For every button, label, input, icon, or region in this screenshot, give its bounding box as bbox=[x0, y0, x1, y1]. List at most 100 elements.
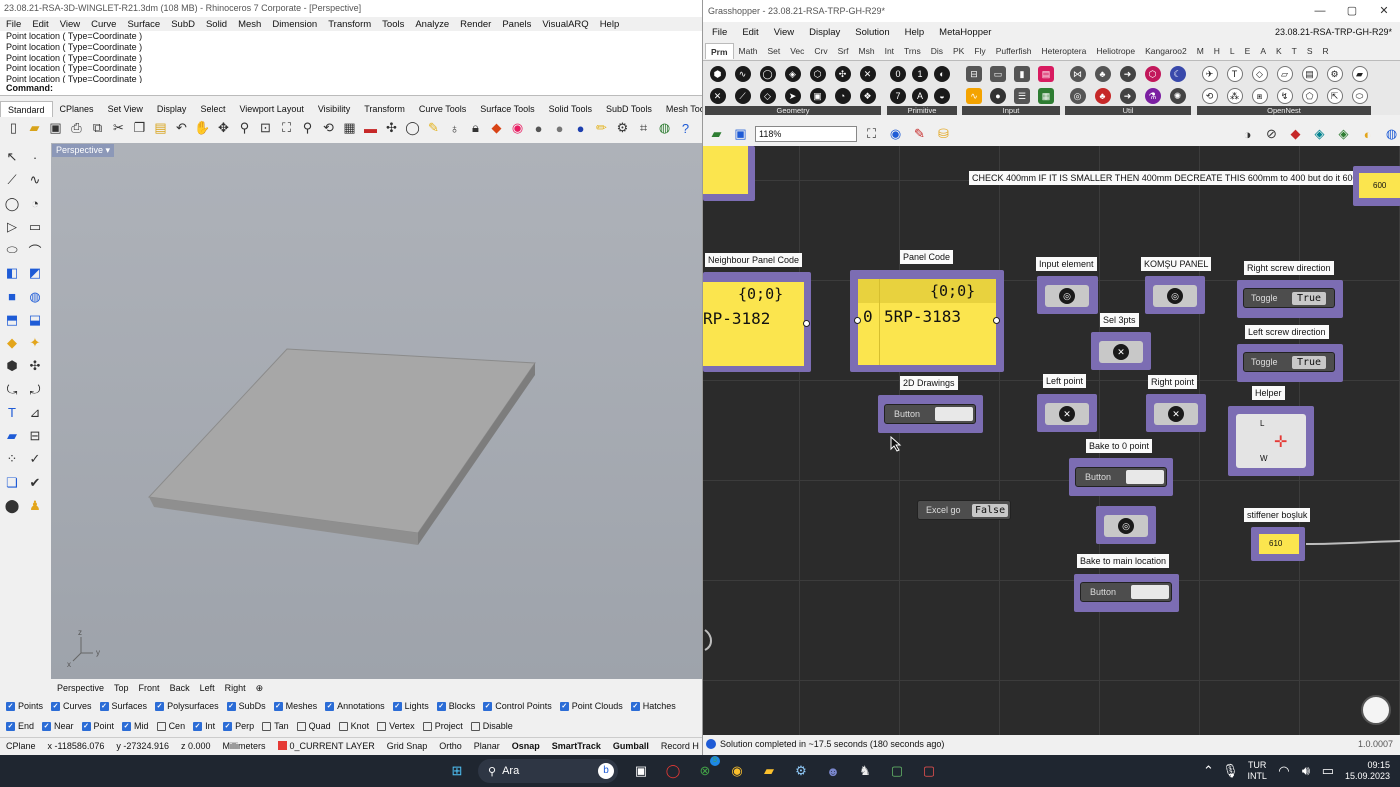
gh-tab-trns[interactable]: Trns bbox=[899, 43, 926, 59]
opennest-fly-icon[interactable]: ✈ bbox=[1201, 66, 1218, 82]
gh-tab-heliotrope[interactable]: Heliotrope bbox=[1091, 43, 1140, 59]
menu-curve[interactable]: Curve bbox=[91, 17, 116, 32]
filter-lights[interactable]: ✓ Lights bbox=[392, 701, 429, 711]
properties-icon[interactable]: ⌗ bbox=[634, 119, 653, 138]
snap-perp[interactable]: ✓ Perp bbox=[223, 721, 254, 731]
vp-tab-back[interactable]: Back bbox=[170, 681, 190, 695]
filter-annotations[interactable]: ✓ Annotations bbox=[325, 701, 385, 711]
gh-tab-s[interactable]: S bbox=[1302, 43, 1318, 59]
curve-icon[interactable]: ∿ bbox=[25, 170, 45, 190]
preview-quality-icon[interactable]: ◍ bbox=[1382, 125, 1400, 144]
panel-code-output-port[interactable] bbox=[993, 317, 1000, 324]
surface-edit-icon[interactable]: ◩ bbox=[25, 263, 45, 283]
move-icon[interactable]: ✣ bbox=[382, 119, 401, 138]
add-viewport-icon[interactable]: ⊕ bbox=[256, 681, 264, 695]
checkbox[interactable] bbox=[296, 721, 306, 731]
ortho-toggle[interactable]: Ortho bbox=[433, 741, 468, 751]
select-arrow-icon[interactable]: ↖ bbox=[2, 147, 22, 167]
number-icon[interactable]: 0 bbox=[890, 66, 906, 82]
menu-visualarq[interactable]: VisualARQ bbox=[542, 17, 588, 32]
tab-display[interactable]: Display bbox=[150, 101, 194, 117]
open-icon[interactable]: ▰ bbox=[25, 119, 44, 138]
task-view-icon[interactable]: ▣ bbox=[630, 760, 652, 782]
circle-param-icon[interactable]: ◯ bbox=[759, 66, 776, 82]
minimize-icon[interactable]: — bbox=[1304, 0, 1336, 22]
render-sphere-icon[interactable]: ● bbox=[550, 119, 569, 138]
gh-tab-dis[interactable]: Dis bbox=[926, 43, 948, 59]
taskbar-search[interactable]: ⚲ Ara b bbox=[478, 759, 618, 783]
rectangle-icon[interactable]: ▭ bbox=[25, 217, 45, 237]
menu-transform[interactable]: Transform bbox=[328, 17, 371, 32]
tab-solid-tools[interactable]: Solid Tools bbox=[542, 101, 599, 117]
filter-point-clouds[interactable]: ✓ Point Clouds bbox=[559, 701, 623, 711]
tab-surface-tools[interactable]: Surface Tools bbox=[473, 101, 541, 117]
toggle-input-icon[interactable]: ▮ bbox=[1014, 66, 1030, 82]
preview-color-icon[interactable]: ◐ bbox=[1358, 125, 1377, 144]
light-tool-icon[interactable]: ♟ bbox=[25, 496, 45, 516]
gh-tab-pufferfish[interactable]: Pufferfish bbox=[991, 43, 1037, 59]
checkbox[interactable]: ✓ bbox=[559, 701, 569, 711]
gh-tab-crv[interactable]: Crv bbox=[809, 43, 832, 59]
tab-standard[interactable]: Standard bbox=[0, 101, 53, 117]
grid-snap-toggle[interactable]: Grid Snap bbox=[381, 741, 434, 751]
split-icon[interactable]: ⤾ bbox=[25, 380, 45, 400]
boolean-param-icon[interactable]: ◐ bbox=[934, 66, 950, 82]
gh-menu-metahopper[interactable]: MetaHopper bbox=[939, 25, 991, 41]
box-param-icon[interactable]: ▣ bbox=[809, 88, 826, 104]
gh-tab-set[interactable]: Set bbox=[762, 43, 785, 59]
snap-project[interactable]: Project bbox=[422, 721, 463, 731]
neighbour-output-port[interactable] bbox=[803, 320, 810, 327]
vector-param-icon[interactable]: ➤ bbox=[784, 88, 801, 104]
twisted-box-icon[interactable]: ❖ bbox=[859, 88, 876, 104]
gh-tab-m[interactable]: M bbox=[1192, 43, 1209, 59]
stiffener-panel[interactable]: 610 bbox=[1259, 534, 1299, 554]
array-icon[interactable]: ⁘ bbox=[2, 449, 22, 469]
cut-icon[interactable]: ✂ bbox=[109, 119, 128, 138]
snap-point[interactable]: ✓ Point bbox=[81, 721, 114, 731]
checkbox[interactable]: ✓ bbox=[51, 701, 61, 711]
chevron-up-icon[interactable]: ⌃ bbox=[1197, 760, 1219, 782]
graph-mapper-icon[interactable]: ∿ bbox=[966, 88, 982, 104]
preview-eye-icon[interactable]: ◉ bbox=[886, 125, 905, 144]
field-param-icon[interactable]: ✕ bbox=[709, 88, 726, 104]
close-icon[interactable]: ✕ bbox=[1368, 0, 1400, 22]
trim-icon[interactable]: ⤿ bbox=[2, 380, 22, 400]
brep-param-icon[interactable]: ⬡ bbox=[809, 66, 826, 82]
box-icon[interactable]: ■ bbox=[2, 287, 22, 307]
fitness-icon[interactable]: ⋈ bbox=[1069, 66, 1086, 82]
transform-icon[interactable]: ✣ bbox=[25, 356, 45, 376]
gradient-icon[interactable]: ▤ bbox=[1038, 66, 1054, 82]
canvas-navigator[interactable] bbox=[1361, 695, 1391, 725]
volume-icon[interactable]: 🔊︎ bbox=[1295, 760, 1317, 782]
display-mode-icon[interactable]: ◈ bbox=[1334, 125, 1353, 144]
snap-end[interactable]: ✓ End bbox=[6, 721, 34, 731]
filter-meshes[interactable]: ✓ Meshes bbox=[273, 701, 317, 711]
panel-code-input-port[interactable] bbox=[854, 317, 861, 324]
fillet-icon[interactable]: ⌒ bbox=[25, 240, 45, 260]
check-icon[interactable]: ✓ bbox=[25, 449, 45, 469]
lock-icon[interactable]: 🔒︎ bbox=[466, 119, 485, 138]
menu-dimension[interactable]: Dimension bbox=[272, 17, 317, 32]
ellipse-icon[interactable]: ⬭ bbox=[2, 240, 22, 260]
opennest-sheet-icon[interactable]: ▱ bbox=[1276, 66, 1293, 82]
bucket-icon[interactable]: ⛁ bbox=[934, 125, 953, 144]
filter-control-points[interactable]: ✓ Control Points bbox=[483, 701, 552, 711]
explode-icon[interactable]: ✦ bbox=[25, 333, 45, 353]
checkbox[interactable]: ✓ bbox=[99, 701, 109, 711]
bake0-button[interactable]: Button bbox=[1075, 467, 1167, 487]
checkbox[interactable] bbox=[377, 721, 387, 731]
checkbox[interactable]: ✓ bbox=[325, 701, 335, 711]
circle-icon[interactable]: ◯ bbox=[403, 119, 422, 138]
command-prompt[interactable]: Command: bbox=[0, 83, 702, 96]
paste-icon[interactable]: ▤ bbox=[151, 119, 170, 138]
checkbox[interactable]: ✓ bbox=[155, 701, 165, 711]
snap-tan[interactable]: Tan bbox=[262, 721, 289, 731]
sel3pts-component[interactable]: ✕ bbox=[1099, 341, 1143, 363]
opennest-gear-icon[interactable]: ⚙ bbox=[1326, 66, 1343, 82]
surface-param-icon[interactable]: ◈ bbox=[784, 66, 801, 82]
button-input-icon[interactable]: ▭ bbox=[990, 66, 1006, 82]
vp-tab-left[interactable]: Left bbox=[200, 681, 215, 695]
menu-subd[interactable]: SubD bbox=[171, 17, 195, 32]
zoom-extents-gh-icon[interactable]: ⛶ bbox=[862, 125, 881, 144]
filter-polysurfaces[interactable]: ✓ Polysurfaces bbox=[155, 701, 219, 711]
